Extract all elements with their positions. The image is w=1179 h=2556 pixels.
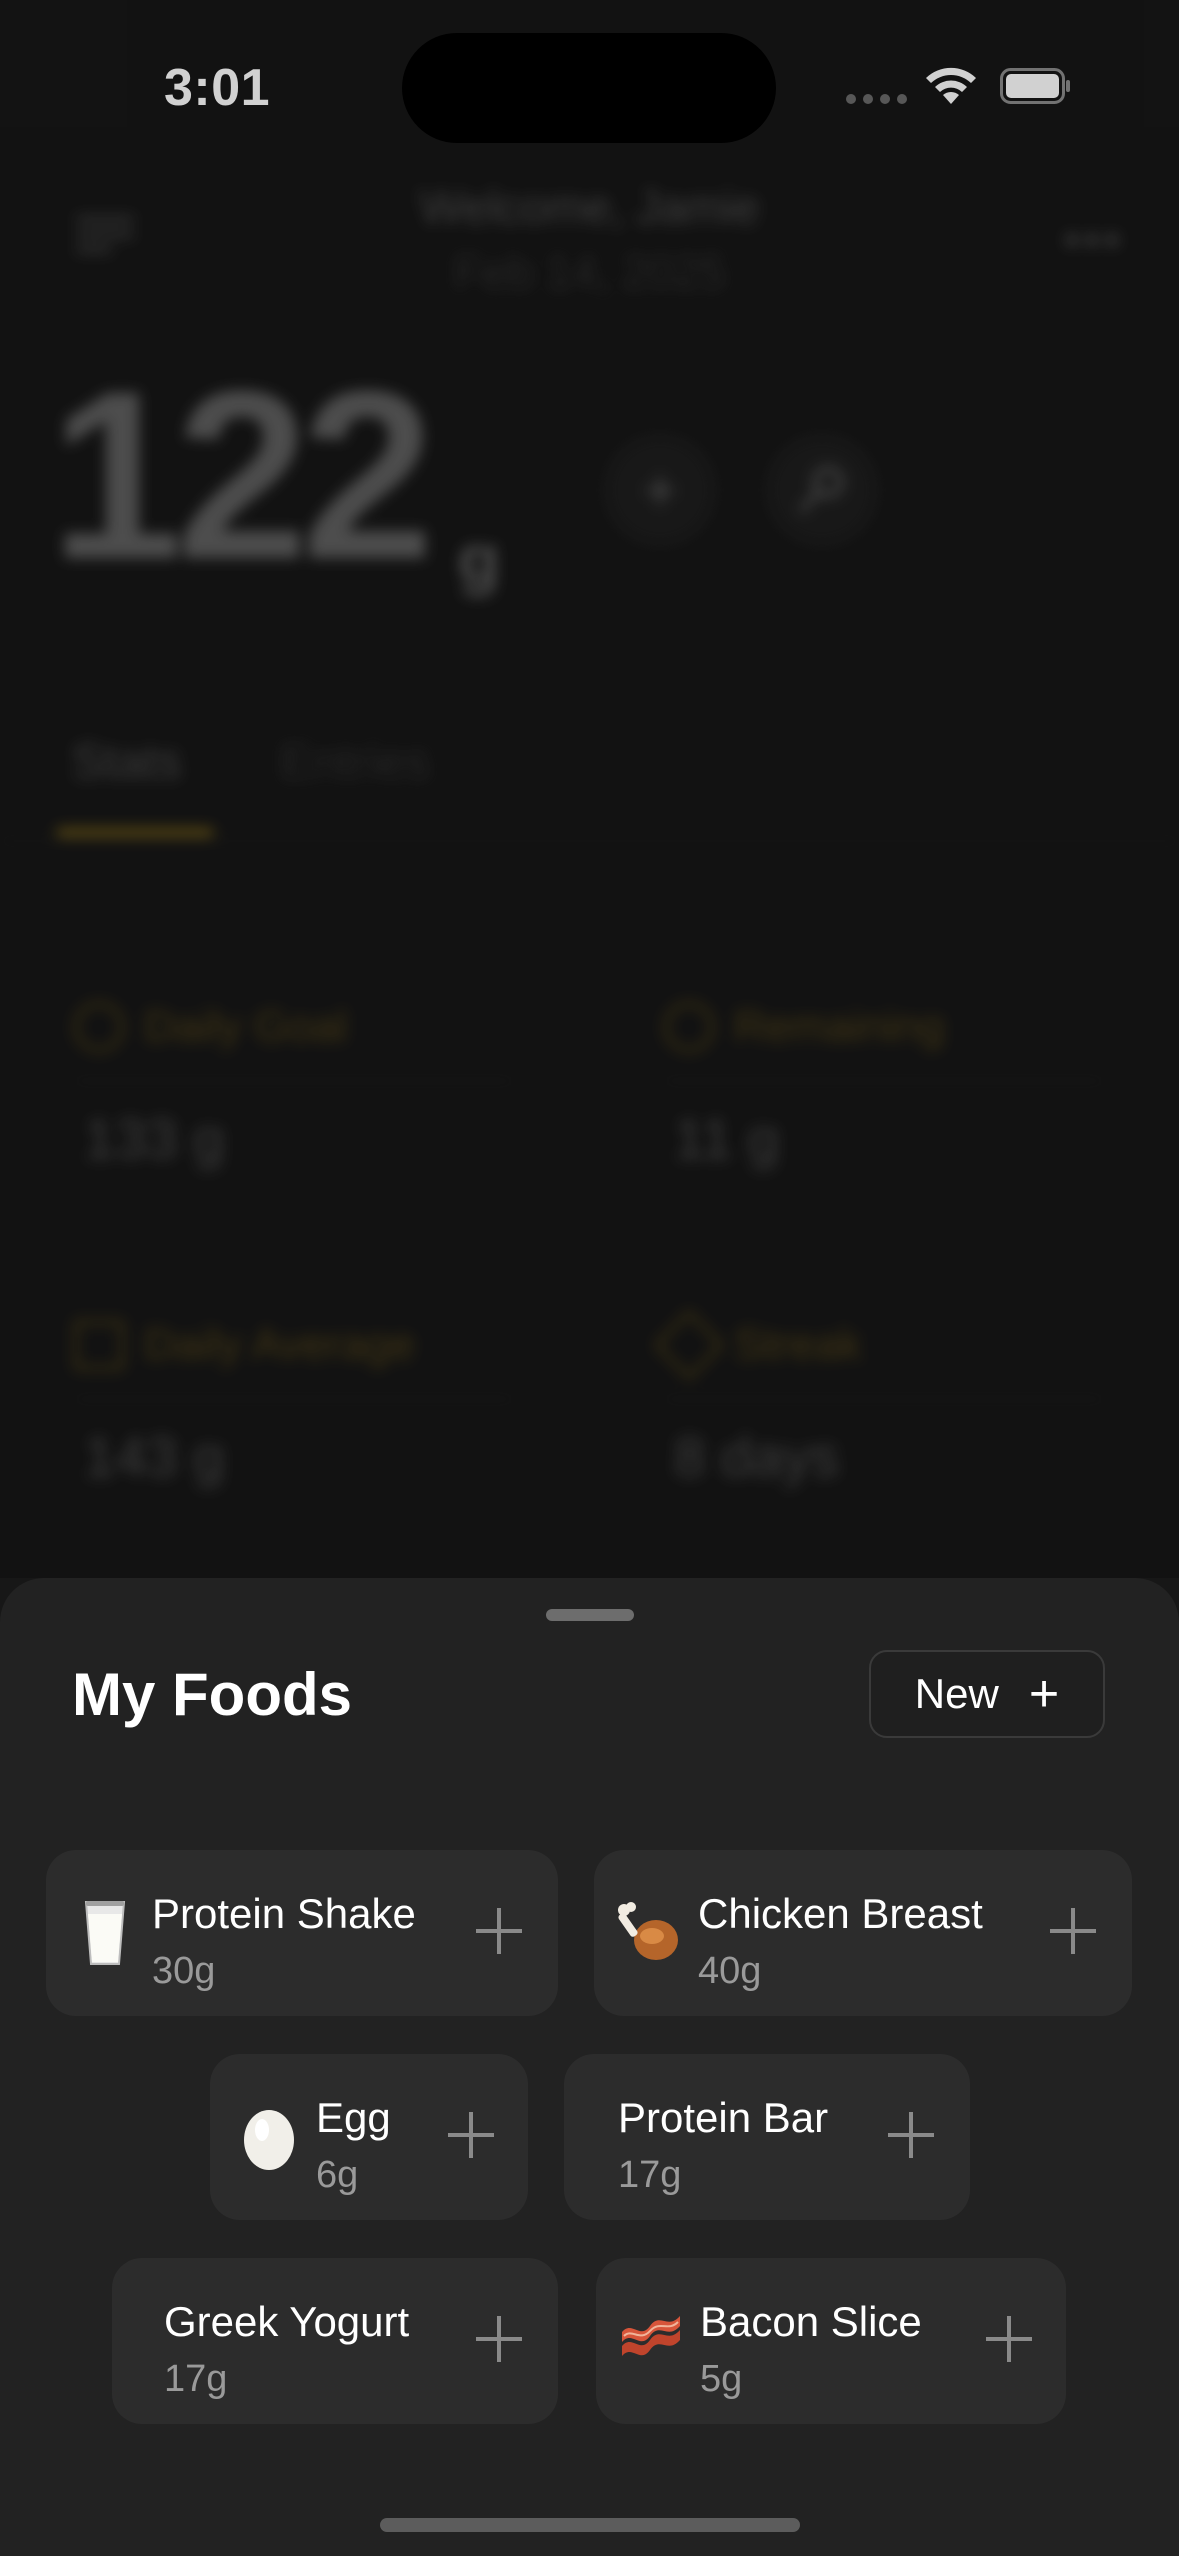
food-name: Greek Yogurt: [164, 2298, 410, 2345]
add-food-plus-icon[interactable]: [986, 2316, 1032, 2362]
sheet-title: My Foods: [72, 1661, 352, 1728]
food-name: Protein Shake: [152, 1890, 416, 1937]
add-food-plus-icon[interactable]: [1050, 1908, 1096, 1954]
food-card-chicken-breast[interactable]: Chicken Breast 40g: [594, 1850, 1132, 2016]
add-food-plus-icon[interactable]: [476, 1908, 522, 1954]
milk-glass-icon: [84, 1901, 126, 1965]
food-card-protein-bar[interactable]: Protein Bar 17g: [564, 2054, 970, 2220]
egg-icon: [244, 2110, 294, 2170]
food-amount: 30g: [152, 1950, 216, 1992]
food-name: Protein Bar: [618, 2094, 829, 2141]
food-amount: 40g: [698, 1950, 762, 1992]
dim-overlay[interactable]: [0, 0, 1179, 1578]
food-card-egg[interactable]: Egg 6g: [210, 2054, 528, 2220]
food-amount: 17g: [164, 2358, 228, 2400]
food-name: Bacon Slice: [700, 2298, 922, 2345]
add-food-plus-icon[interactable]: [476, 2316, 522, 2362]
add-food-plus-icon[interactable]: [888, 2112, 934, 2158]
bacon-icon: [622, 2316, 680, 2356]
home-indicator[interactable]: [380, 2518, 800, 2532]
food-amount: 17g: [618, 2154, 682, 2196]
sheet-grabber[interactable]: [546, 1609, 634, 1621]
food-name: Chicken Breast: [698, 1890, 983, 1937]
plus-icon: +: [1028, 1665, 1060, 1723]
food-amount: 6g: [316, 2154, 359, 2196]
food-card-protein-shake[interactable]: Protein Shake 30g: [46, 1850, 558, 2016]
new-food-label: New: [914, 1670, 999, 1717]
food-card-bacon-slice[interactable]: Bacon Slice 5g: [596, 2258, 1066, 2424]
food-amount: 5g: [700, 2358, 743, 2400]
new-food-button[interactable]: New +: [869, 1650, 1105, 1738]
add-food-plus-icon[interactable]: [448, 2112, 494, 2158]
poultry-leg-icon: [618, 1902, 678, 1960]
food-card-greek-yogurt[interactable]: Greek Yogurt 17g: [112, 2258, 558, 2424]
food-name: Egg: [316, 2094, 391, 2141]
